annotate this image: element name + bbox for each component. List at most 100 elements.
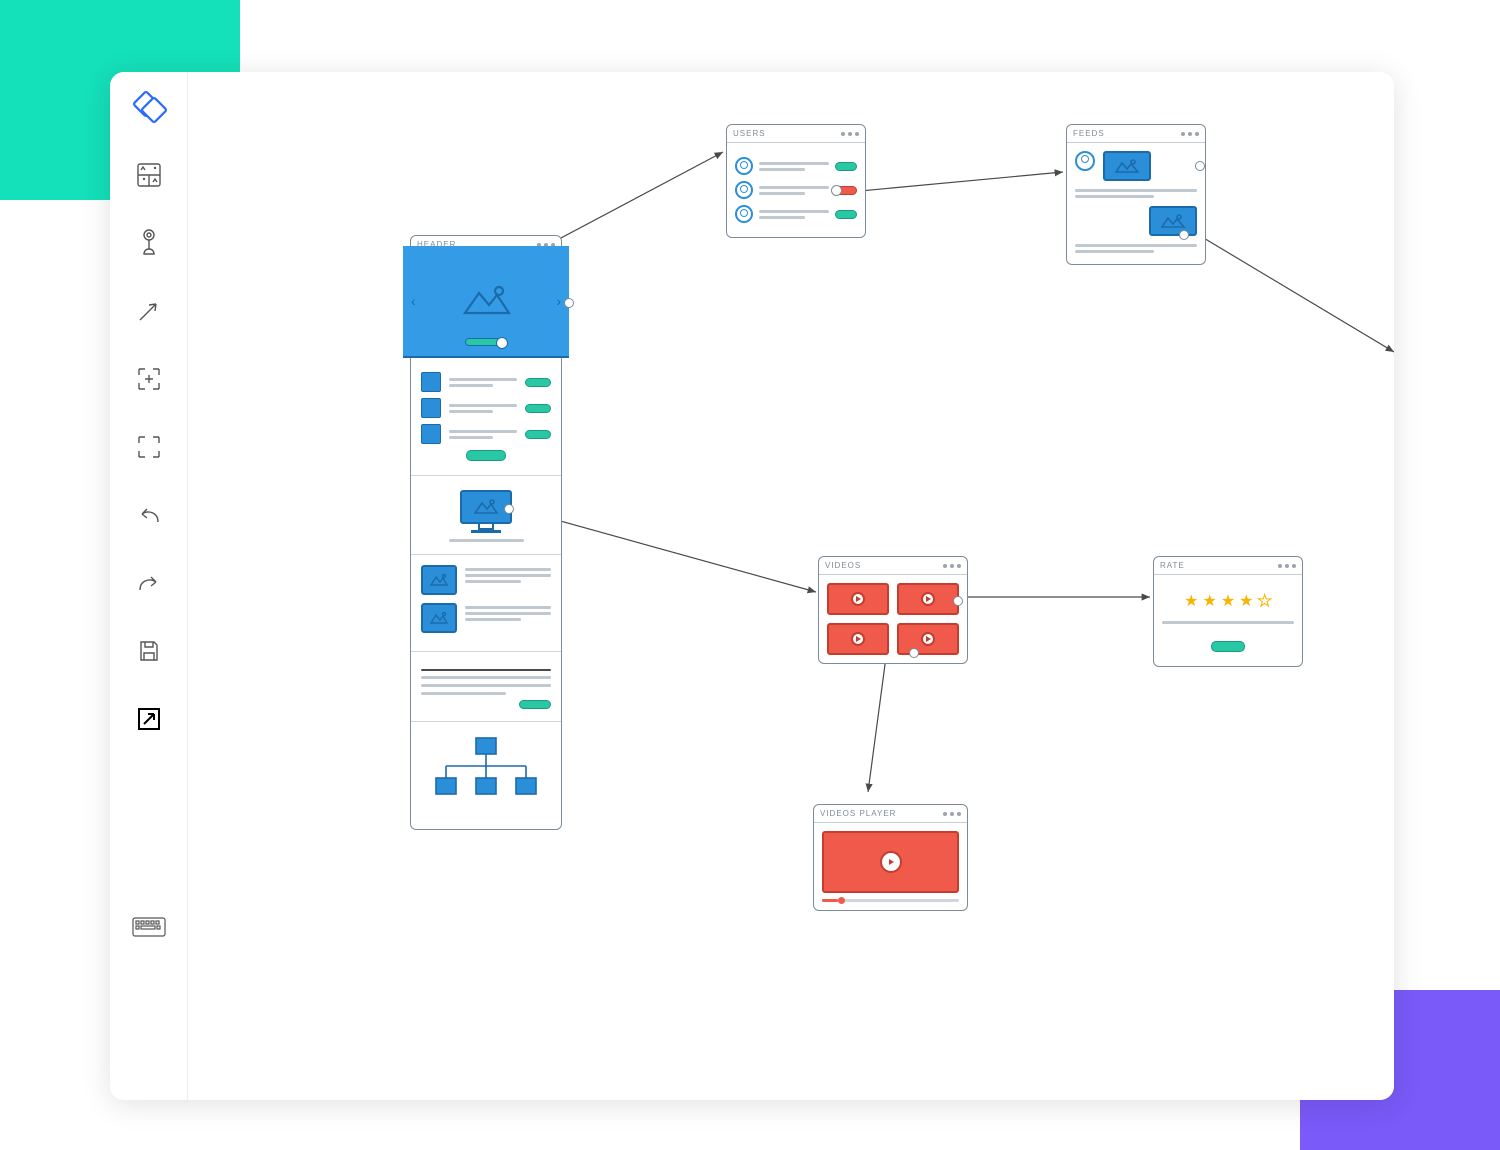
- text-section: [411, 652, 561, 722]
- toggle-on[interactable]: [835, 210, 857, 219]
- avatar-icon: [1075, 151, 1095, 171]
- card-title: FEEDS: [1073, 129, 1105, 138]
- card-title: RATE: [1160, 561, 1185, 570]
- cta-button[interactable]: [466, 450, 506, 461]
- toggle-on[interactable]: [835, 162, 857, 171]
- avatar-icon: [735, 205, 753, 223]
- text-line: [421, 692, 506, 695]
- list-item[interactable]: [421, 424, 551, 444]
- submit-button[interactable]: [1211, 641, 1245, 652]
- hand-touch-icon[interactable]: [128, 222, 170, 264]
- card-videos[interactable]: VIDEOS: [818, 556, 968, 664]
- video-thumb[interactable]: [827, 623, 889, 655]
- monitor-icon: [460, 490, 512, 533]
- star-icon[interactable]: ★: [1184, 591, 1198, 611]
- window-controls-icon: [1278, 564, 1296, 568]
- progress-bar[interactable]: [822, 899, 959, 902]
- chevron-right-icon[interactable]: ›: [556, 293, 561, 309]
- pill-button[interactable]: [525, 378, 551, 387]
- image-thumb-icon: [421, 603, 457, 633]
- text-line: [1162, 621, 1294, 624]
- carousel-indicator[interactable]: [465, 338, 507, 346]
- play-icon: [880, 851, 902, 873]
- hotspot[interactable]: [1179, 230, 1189, 240]
- hotspot[interactable]: [909, 648, 919, 658]
- card-titlebar: RATE: [1154, 557, 1302, 575]
- card-title: VIDEOS PLAYER: [820, 809, 896, 818]
- hotspot[interactable]: [504, 504, 514, 514]
- pill-button[interactable]: [525, 404, 551, 413]
- star-icon[interactable]: ★: [1202, 591, 1216, 611]
- list-section: [411, 358, 561, 476]
- templates-icon[interactable]: [128, 154, 170, 196]
- card-titlebar: FEEDS: [1067, 125, 1205, 143]
- gallery-section: [411, 555, 561, 652]
- user-row[interactable]: [735, 205, 857, 223]
- text-line: [1075, 189, 1197, 192]
- text-line: [1075, 250, 1154, 253]
- canvas[interactable]: HEADER ‹ ›: [188, 72, 1394, 1100]
- feed-item[interactable]: [1075, 206, 1197, 236]
- avatar-icon: [735, 157, 753, 175]
- text-line: [449, 539, 524, 542]
- thumbnail-icon: [421, 372, 441, 392]
- card-titlebar: VIDEOS PLAYER: [814, 805, 967, 823]
- user-row[interactable]: [735, 181, 857, 199]
- sitemap-icon: [431, 736, 541, 806]
- video-player[interactable]: [822, 831, 959, 893]
- chevron-left-icon[interactable]: ‹: [411, 293, 416, 309]
- star-icon[interactable]: ★: [1239, 591, 1253, 611]
- list-item[interactable]: [421, 398, 551, 418]
- play-icon: [851, 592, 865, 606]
- text-line: [1075, 244, 1197, 247]
- toolbar: [110, 72, 188, 1100]
- hotspot[interactable]: [564, 298, 574, 308]
- video-thumb[interactable]: [827, 583, 889, 615]
- export-icon[interactable]: [128, 698, 170, 740]
- star-empty-icon[interactable]: ★: [1258, 591, 1272, 611]
- play-icon: [851, 632, 865, 646]
- card-header[interactable]: HEADER ‹ ›: [410, 235, 562, 830]
- save-icon[interactable]: [128, 630, 170, 672]
- play-icon: [921, 592, 935, 606]
- crosshair-add-icon[interactable]: [128, 358, 170, 400]
- cta-button[interactable]: [519, 700, 551, 709]
- star-rating[interactable]: ★ ★ ★ ★ ★: [1162, 591, 1294, 611]
- card-feeds[interactable]: FEEDS: [1066, 124, 1206, 265]
- hotspot[interactable]: [953, 596, 963, 606]
- star-icon[interactable]: ★: [1221, 591, 1235, 611]
- card-titlebar: USERS: [727, 125, 865, 143]
- hero-carousel[interactable]: ‹ ›: [403, 246, 569, 358]
- window-controls-icon: [943, 812, 961, 816]
- card-title: VIDEOS: [825, 561, 861, 570]
- toggle-off[interactable]: [835, 186, 857, 195]
- window-controls-icon: [841, 132, 859, 136]
- crop-icon[interactable]: [128, 426, 170, 468]
- play-icon: [921, 632, 935, 646]
- card-rate[interactable]: RATE ★ ★ ★ ★ ★: [1153, 556, 1303, 667]
- text-line: [421, 676, 551, 679]
- text-line: [421, 684, 551, 687]
- keyboard-icon[interactable]: [128, 906, 170, 948]
- undo-icon[interactable]: [128, 494, 170, 536]
- avatar-icon: [735, 181, 753, 199]
- video-thumb[interactable]: [897, 583, 959, 615]
- card-video-player[interactable]: VIDEOS PLAYER: [813, 804, 968, 911]
- gallery-item[interactable]: [421, 603, 551, 633]
- redo-icon[interactable]: [128, 562, 170, 604]
- card-users[interactable]: USERS: [726, 124, 866, 238]
- pill-button[interactable]: [525, 430, 551, 439]
- user-row[interactable]: [735, 157, 857, 175]
- gallery-item[interactable]: [421, 565, 551, 595]
- arrow-cursor-icon[interactable]: [128, 290, 170, 332]
- video-thumb[interactable]: [897, 623, 959, 655]
- list-item[interactable]: [421, 372, 551, 392]
- feed-item[interactable]: [1075, 151, 1197, 181]
- text-line: [1075, 195, 1154, 198]
- orgchart-section: [411, 722, 561, 829]
- hotspot[interactable]: [1195, 161, 1205, 171]
- hotspot[interactable]: [831, 185, 842, 196]
- image-placeholder-icon: [472, 497, 500, 517]
- window-controls-icon: [943, 564, 961, 568]
- logo: [128, 86, 170, 128]
